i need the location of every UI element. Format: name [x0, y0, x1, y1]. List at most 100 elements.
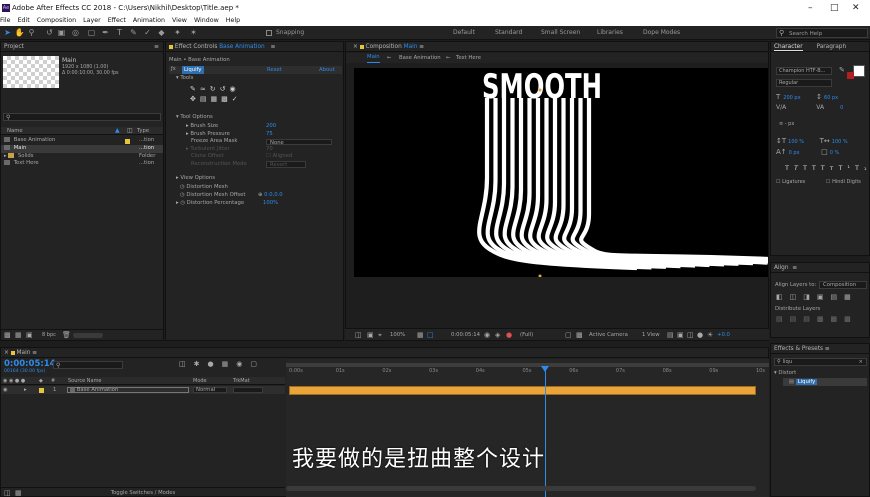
flowchart-icon[interactable]: ◫: [687, 329, 694, 341]
bpc-label[interactable]: 8 bpc: [42, 332, 56, 338]
menu-window[interactable]: Window: [194, 17, 219, 24]
workspace-small-screen[interactable]: Small Screen: [541, 29, 580, 36]
align-target-dropdown[interactable]: Composition: [819, 281, 867, 289]
playhead-handle[interactable]: [541, 366, 549, 372]
zoom-dropdown[interactable]: 100%: [390, 329, 405, 341]
exposure-value[interactable]: +0.0: [717, 329, 730, 341]
minimize-icon[interactable]: –: [808, 0, 813, 16]
column-mode[interactable]: Mode: [193, 377, 207, 385]
3d-draft-icon[interactable]: ▣: [677, 329, 684, 341]
distortion-percentage-value[interactable]: 100%: [263, 199, 278, 207]
align-top-icon[interactable]: ▣: [817, 293, 831, 301]
horizontal-scale-value[interactable]: 100 %: [832, 139, 848, 145]
mask-icon[interactable]: □: [427, 329, 434, 341]
rotate-tool-icon[interactable]: ↺: [44, 27, 55, 38]
freeze-area-mask-dropdown[interactable]: None: [266, 138, 332, 146]
eraser-tool-icon[interactable]: ◆: [156, 27, 167, 38]
menu-view[interactable]: View: [172, 17, 187, 24]
hand-tool-icon[interactable]: ✋: [14, 27, 25, 38]
zoom-tool-icon[interactable]: ⚲: [26, 27, 37, 38]
subscript-icon[interactable]: T₁: [855, 164, 870, 172]
pen-tool-icon[interactable]: ✒: [100, 27, 111, 38]
clone-tool-icon[interactable]: ✓: [142, 27, 153, 38]
pan-behind-tool-icon[interactable]: ◎: [70, 27, 81, 38]
baseline-shift-value[interactable]: 0 px: [789, 150, 800, 156]
view-options-group[interactable]: ▸ View Options: [176, 175, 215, 181]
menu-effect[interactable]: Effect: [108, 17, 126, 24]
menu-file[interactable]: File: [0, 17, 11, 24]
composition-name[interactable]: Main: [404, 44, 418, 50]
align-vcenter-icon[interactable]: ▤: [831, 293, 845, 301]
distribute-vcenter-icon[interactable]: ▤: [790, 315, 804, 323]
transparency-grid-icon[interactable]: ▩: [576, 329, 583, 341]
grid-icon[interactable]: ▦: [417, 329, 424, 341]
camera-dropdown[interactable]: Active Camera: [589, 329, 628, 341]
anchor-point-top[interactable]: [538, 88, 542, 92]
menu-animation[interactable]: Animation: [133, 17, 165, 24]
menu-edit[interactable]: Edit: [18, 17, 30, 24]
column-name[interactable]: Name: [7, 128, 23, 134]
search-help-field[interactable]: ⚲ Search Help: [776, 28, 868, 38]
trkmat-dropdown[interactable]: [233, 387, 263, 393]
shy-icon[interactable]: ●: [208, 360, 222, 368]
shape-tool-icon[interactable]: ▢: [86, 27, 97, 38]
crop-icon[interactable]: ⌖: [378, 329, 382, 341]
show-snapshot-icon[interactable]: ◈: [495, 329, 500, 341]
fill-color-swatch[interactable]: [853, 65, 865, 77]
time-ruler[interactable]: 0:00s 01s 02s 03s 04s 05s 06s 07s 08s 09s 10s: [286, 368, 769, 376]
distribute-hcenter-icon[interactable]: ▩: [831, 315, 845, 323]
distribute-bottom-icon[interactable]: ▤: [803, 315, 817, 323]
tab-main[interactable]: Main: [367, 53, 380, 63]
blend-mode-dropdown[interactable]: Normal: [193, 387, 227, 393]
tools-group[interactable]: ▾ Tools: [176, 75, 193, 81]
superscript-icon[interactable]: T¹: [838, 164, 855, 172]
reconstruct-tool-icon[interactable]: ✓: [232, 95, 242, 103]
region-icon[interactable]: ▢: [565, 329, 572, 341]
anchor-point-bottom[interactable]: [538, 274, 542, 278]
stopwatch-icon[interactable]: ◷: [180, 192, 185, 198]
hindi-digits-checkbox[interactable]: ☐ Hindi Digits: [826, 179, 861, 185]
leading-value[interactable]: 60 px: [824, 95, 838, 101]
small-caps-icon[interactable]: Tт: [821, 164, 839, 172]
maximize-icon[interactable]: □: [830, 0, 839, 16]
distribute-left-icon[interactable]: ▩: [817, 315, 831, 323]
menu-composition[interactable]: Composition: [37, 17, 76, 24]
about-button[interactable]: About: [319, 67, 335, 73]
layer-duration-bar[interactable]: [289, 386, 756, 395]
ligatures-checkbox[interactable]: ☐ Ligatures: [776, 179, 805, 185]
table-row[interactable]: ◉ ▸ 1 Base Animation Normal: [1, 386, 285, 394]
align-right-icon[interactable]: ◨: [803, 293, 817, 301]
timeline-zoom-slider[interactable]: [286, 486, 756, 491]
label-color[interactable]: [125, 139, 130, 144]
liquify-preset-item[interactable]: ▤ Liquify: [783, 378, 867, 386]
align-left-icon[interactable]: ◧: [776, 293, 790, 301]
frame-blend-icon[interactable]: ▦: [222, 360, 237, 368]
tab-paragraph[interactable]: Paragraph: [816, 44, 846, 50]
close-icon[interactable]: ✕: [852, 0, 860, 16]
expand-arrow-icon[interactable]: ▸: [24, 386, 27, 394]
column-type[interactable]: Type: [137, 128, 149, 134]
tsume-value[interactable]: 0 %: [830, 150, 840, 156]
column-source-name[interactable]: Source Name: [68, 377, 102, 385]
new-folder-icon[interactable]: ▦: [15, 331, 22, 339]
tab-character[interactable]: Character: [774, 44, 803, 51]
distribute-right-icon[interactable]: ▩: [844, 315, 858, 323]
resolution-dropdown[interactable]: (Full): [520, 329, 533, 341]
bloat-tool-icon[interactable]: ✥: [190, 95, 200, 103]
composition-viewer[interactable]: SMOOTH: [354, 68, 768, 277]
effect-controls-layer[interactable]: Base Animation: [219, 44, 265, 50]
timeline-search-input[interactable]: ⚲: [53, 361, 123, 369]
stroke-width[interactable]: ≡ - px: [779, 121, 794, 127]
mesh-offset-value[interactable]: ⊕ 0.0,0.0: [258, 191, 283, 199]
warp-tool-icon[interactable]: ✎: [190, 85, 200, 93]
stopwatch-icon[interactable]: ◷: [180, 184, 185, 190]
fx-icon[interactable]: ƒx: [171, 66, 176, 72]
label-color[interactable]: [39, 387, 44, 393]
fast-preview-icon[interactable]: ●: [697, 329, 703, 341]
font-style-dropdown[interactable]: Regular: [776, 79, 832, 87]
list-item[interactable]: ▸ Solids Folder: [1, 139, 163, 161]
puppet-tool-icon[interactable]: ✶: [188, 27, 199, 38]
tool-options-group[interactable]: ▾ Tool Options: [176, 114, 213, 120]
brush-size-value[interactable]: 200: [266, 123, 276, 131]
comp-marker-icon[interactable]: ◫: [179, 360, 194, 368]
